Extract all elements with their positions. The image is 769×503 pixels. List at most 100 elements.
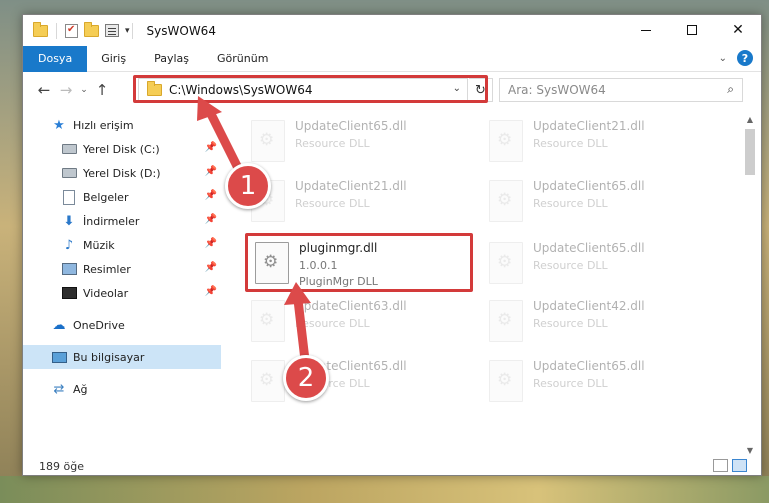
file-list: UpdateClient65.dll Resource DLL UpdateCl… [233,113,738,453]
pin-icon[interactable]: 📌 [205,262,217,273]
callout-badge-1: 1 [225,163,271,209]
pictures-icon [61,261,77,277]
drive-icon [61,141,77,157]
sidebar-item-disk-c[interactable]: Yerel Disk (C:) 📌 [23,137,221,161]
file-item[interactable]: UpdateClient65.dll Resource DLL [243,353,473,411]
star-icon: ★ [53,117,65,133]
sidebar-item-label: İndirmeler [83,214,140,228]
sidebar-item-downloads[interactable]: ⬇ İndirmeler 📌 [23,209,221,233]
sidebar-item-label: Videolar [83,286,129,300]
dll-file-icon [251,300,285,342]
search-input[interactable] [508,83,708,97]
callout-badge-2: 2 [283,355,329,401]
file-item[interactable]: UpdateClient42.dll Resource DLL [481,293,711,351]
file-item[interactable]: UpdateClient21.dll Resource DLL [481,113,711,171]
sidebar-item-label: Resimler [83,262,131,276]
scroll-thumb[interactable] [745,129,755,175]
file-type: Resource DLL [295,137,370,150]
item-count: 189 öğe [39,459,84,473]
title-bar: ▾ SysWOW64 ✕ [23,15,761,46]
file-item[interactable]: UpdateClient65.dll Resource DLL [481,353,711,411]
drive-icon [61,165,77,181]
maximize-button[interactable] [669,15,715,45]
maximize-icon [687,25,697,35]
sidebar-item-this-pc[interactable]: Bu bilgisayar [23,345,221,369]
sidebar-item-label: Yerel Disk (D:) [83,166,161,180]
refresh-button[interactable]: ↻ [469,78,493,102]
tab-view[interactable]: Görünüm [203,46,282,72]
network-icon: ⇄ [53,381,65,397]
file-type: Resource DLL [533,197,608,210]
file-name: UpdateClient63.dll [295,299,407,313]
search-icon[interactable]: ⌕ [727,82,734,97]
file-name: UpdateClient21.dll [533,119,645,133]
properties-icon[interactable] [105,24,119,37]
close-button[interactable]: ✕ [715,15,761,45]
file-item[interactable]: UpdateClient65.dll Resource DLL [481,173,711,231]
file-item-pluginmgr[interactable]: pluginmgr.dll 1.0.0.1 PluginMgr DLL [247,235,477,293]
back-button[interactable]: ← [33,81,55,99]
file-name: UpdateClient65.dll [533,359,645,373]
pin-icon[interactable]: 📌 [205,142,217,153]
sidebar-item-quick-access[interactable]: ★ Hızlı erişim [23,113,221,137]
tab-file[interactable]: Dosya [23,45,88,72]
desktop-wallpaper [0,476,769,503]
address-folder-icon [147,81,162,96]
pin-icon[interactable]: 📌 [205,286,217,297]
help-icon[interactable]: ? [737,50,753,66]
tab-share[interactable]: Paylaş [140,46,203,72]
customize-toolbar-chevron-icon[interactable]: ▾ [125,26,130,36]
status-bar: 189 öğe [23,455,761,475]
file-type: Resource DLL [295,317,370,330]
sidebar-item-music[interactable]: ♪ Müzik 📌 [23,233,221,257]
file-item[interactable]: UpdateClient65.dll Resource DLL [481,235,711,293]
ribbon-tabs: Dosya Giriş Paylaş Görünüm ⌄ ? [23,45,761,72]
navigation-bar: ← → ⌄ ↑ C:\Windows\SysWOW64 ⌄ ↻ ⌕ [23,75,761,105]
pin-icon[interactable]: 📌 [205,166,217,177]
file-name: pluginmgr.dll [299,241,378,255]
quick-access-toolbar: ▾ [23,21,130,39]
up-button[interactable]: ↑ [91,81,113,99]
file-type: Resource DLL [295,197,370,210]
ribbon-right: ⌄ ? [719,50,753,66]
forward-button[interactable]: → [55,81,77,99]
sidebar-item-network[interactable]: ⇄ Ağ [23,377,221,401]
file-type: Resource DLL [533,259,608,272]
details-view-icon[interactable] [713,459,728,472]
file-item[interactable]: UpdateClient63.dll Resource DLL [243,293,473,351]
file-name: UpdateClient65.dll [533,241,645,255]
recent-locations-chevron-icon[interactable]: ⌄ [77,85,91,95]
scroll-up-icon[interactable]: ▲ [743,113,757,127]
navigation-pane: ★ Hızlı erişim Yerel Disk (C:) 📌 Yerel D… [23,113,221,453]
file-item[interactable]: UpdateClient65.dll Resource DLL [243,113,473,171]
sidebar-item-documents[interactable]: Belgeler 📌 [23,185,221,209]
expand-ribbon-icon[interactable]: ⌄ [719,53,727,64]
properties-check-icon[interactable] [65,23,78,38]
pin-icon[interactable]: 📌 [205,190,217,201]
sidebar-item-videos[interactable]: Videolar 📌 [23,281,221,305]
file-type: Resource DLL [533,317,608,330]
minimize-button[interactable] [623,15,669,45]
address-dropdown-icon[interactable]: ⌄ [453,83,461,94]
pin-icon[interactable]: 📌 [205,214,217,225]
new-folder-icon[interactable] [84,21,99,37]
pin-icon[interactable]: 📌 [205,238,217,249]
tiles-view-icon[interactable] [732,459,747,472]
sidebar-item-pictures[interactable]: Resimler 📌 [23,257,221,281]
sidebar-item-onedrive[interactable]: ☁ OneDrive [23,313,221,337]
sidebar-item-disk-d[interactable]: Yerel Disk (D:) 📌 [23,161,221,185]
address-path[interactable]: C:\Windows\SysWOW64 [169,83,313,97]
search-box[interactable]: ⌕ [499,78,743,102]
dll-file-icon [489,180,523,222]
vertical-scrollbar[interactable]: ▲ ▼ [743,113,757,458]
window-title: SysWOW64 [146,23,216,38]
tab-home[interactable]: Giriş [87,46,140,72]
file-item[interactable]: UpdateClient21.dll Resource DLL [243,173,473,231]
sidebar-item-label: Bu bilgisayar [73,350,145,364]
address-bar[interactable]: C:\Windows\SysWOW64 ⌄ [138,78,468,102]
file-name: UpdateClient65.dll [295,119,407,133]
file-type: Resource DLL [533,137,608,150]
